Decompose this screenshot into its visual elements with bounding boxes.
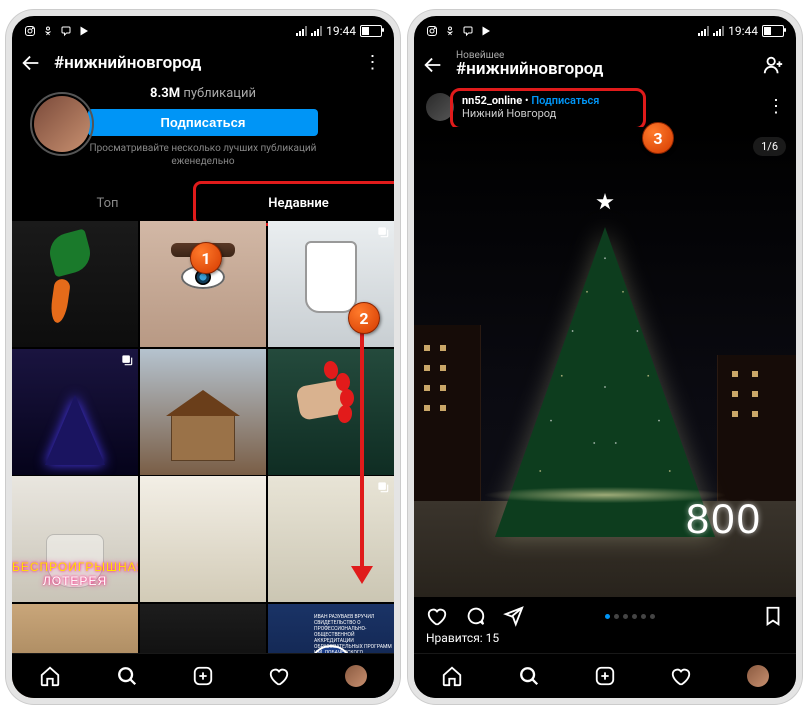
- nav-activity[interactable]: [670, 665, 692, 687]
- more-button[interactable]: ⋮: [362, 61, 382, 65]
- post-count: 8.3M публикаций: [150, 86, 256, 101]
- nav-search[interactable]: [116, 665, 138, 687]
- like-button[interactable]: [426, 605, 448, 627]
- signal-icon: [296, 26, 307, 36]
- status-bar: 19:44: [12, 16, 394, 42]
- header-bar: Новейшее #нижнийновгород: [414, 42, 796, 87]
- app-icon-instagram: [426, 25, 438, 37]
- phone-right: 19:44 Новейшее #нижнийновгород: [408, 10, 802, 704]
- posts-grid: БЕСПРОИГРЫШНАЯ ЛОТЕРЕЯ 1000 сортов чая с…: [12, 221, 394, 704]
- app-icon-viber: [60, 25, 72, 37]
- grid-item[interactable]: [268, 476, 394, 602]
- sign-800: 800: [686, 495, 762, 543]
- tabs: Топ Недавние: [12, 186, 394, 221]
- likes-count[interactable]: Нравится: 15: [414, 631, 796, 651]
- post-author-avatar[interactable]: [426, 93, 454, 121]
- annotation-badge-1: 1: [190, 242, 222, 274]
- nav-profile[interactable]: [747, 665, 769, 687]
- phone-left: 19:44 #нижнийновгород ⋮ 8.3M публикаций …: [6, 10, 400, 704]
- post-action-bar: [414, 597, 796, 631]
- carousel-counter: 1/6: [753, 137, 786, 156]
- nav-new-post[interactable]: [594, 665, 616, 687]
- signal-icon-2: [311, 26, 322, 36]
- app-icon-play: [480, 25, 492, 37]
- page-title: #нижнийновгород: [456, 59, 752, 79]
- page-title: #нижнийновгород: [54, 53, 352, 73]
- separator: •: [522, 94, 531, 107]
- save-button[interactable]: [762, 605, 784, 627]
- nav-profile[interactable]: [345, 665, 367, 687]
- grid-item[interactable]: [140, 476, 266, 602]
- annotation-arrow: [360, 326, 364, 572]
- follow-button[interactable]: Подписаться: [88, 109, 318, 136]
- hashtag-avatar[interactable]: [30, 92, 94, 156]
- follow-hint: Просматривайте несколько лучших публикац…: [90, 142, 317, 168]
- post-more-button[interactable]: ⋮: [767, 105, 784, 109]
- app-icon-instagram: [24, 25, 36, 37]
- annotation-badge-2: 2: [348, 302, 380, 334]
- carousel-pager: [605, 614, 655, 619]
- signal-icon: [698, 26, 709, 36]
- annotation-arrow-head: [351, 566, 373, 584]
- back-button[interactable]: [420, 52, 446, 78]
- nav-home[interactable]: [441, 665, 463, 687]
- tree-star-icon: [596, 193, 614, 211]
- grid-item[interactable]: [268, 349, 394, 475]
- grid-item[interactable]: БЕСПРОИГРЫШНАЯ ЛОТЕРЕЯ: [12, 476, 138, 602]
- comment-button[interactable]: [464, 605, 486, 627]
- app-icon-play: [78, 25, 90, 37]
- post-image[interactable]: 800 1/6: [414, 127, 796, 597]
- carousel-icon: [120, 353, 134, 367]
- grid-item[interactable]: [12, 349, 138, 475]
- status-time: 19:44: [326, 24, 356, 38]
- grid-item[interactable]: [140, 349, 266, 475]
- battery-icon: [762, 25, 784, 37]
- add-person-button[interactable]: [762, 54, 784, 76]
- post-username[interactable]: nn52_online: [462, 94, 522, 107]
- carousel-icon: [376, 225, 390, 239]
- status-bar: 19:44: [414, 16, 796, 42]
- carousel-icon: [376, 480, 390, 494]
- nav-activity[interactable]: [268, 665, 290, 687]
- bottom-nav: [12, 653, 394, 698]
- app-icon-ok: [444, 25, 456, 37]
- back-button[interactable]: [18, 50, 44, 76]
- nav-search[interactable]: [518, 665, 540, 687]
- grid-item[interactable]: [140, 221, 266, 347]
- post-header: nn52_online • Подписаться Нижний Новгоро…: [414, 87, 796, 127]
- signal-icon-2: [713, 26, 724, 36]
- post-location[interactable]: Нижний Новгород: [462, 107, 599, 120]
- hashtag-profile: 8.3M публикаций Подписаться Просматривай…: [12, 84, 394, 178]
- header-bar: #нижнийновгород ⋮: [12, 42, 394, 84]
- nav-home[interactable]: [39, 665, 61, 687]
- post-follow-link[interactable]: Подписаться: [531, 94, 599, 107]
- app-icon-viber: [462, 25, 474, 37]
- share-button[interactable]: [502, 605, 524, 627]
- annotation-badge-3: 3: [642, 122, 674, 154]
- app-icon-ok: [42, 25, 54, 37]
- battery-icon: [360, 25, 382, 37]
- nav-new-post[interactable]: [192, 665, 214, 687]
- grid-item[interactable]: [12, 221, 138, 347]
- tab-recent[interactable]: Недавние: [203, 186, 394, 221]
- status-time: 19:44: [728, 24, 758, 38]
- bottom-nav: [414, 653, 796, 698]
- tab-top[interactable]: Топ: [12, 186, 203, 221]
